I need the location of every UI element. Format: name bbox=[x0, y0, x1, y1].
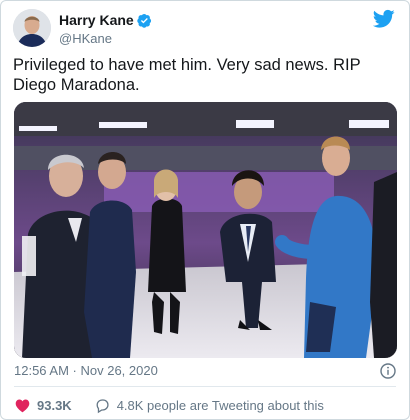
heart-icon bbox=[15, 399, 30, 412]
divider bbox=[14, 386, 396, 387]
tweet-text-line-1: Privileged to have met him. Very sad new… bbox=[13, 56, 361, 74]
avatar[interactable] bbox=[13, 9, 51, 47]
display-name-row[interactable]: Harry Kane bbox=[59, 12, 152, 29]
twitter-bird-icon[interactable] bbox=[373, 9, 395, 29]
tweet-actions: 93.3K 4.8K people are Tweeting about thi… bbox=[14, 396, 324, 414]
conversation-link[interactable]: 4.8K people are Tweeting about this bbox=[94, 397, 324, 414]
tweet-text-line-2: Diego Maradona. bbox=[13, 76, 140, 94]
photo-scene bbox=[14, 102, 397, 358]
speech-bubble-icon bbox=[96, 398, 109, 413]
like-count: 93.3K bbox=[37, 397, 72, 413]
user-names: Harry Kane @HKane bbox=[59, 12, 152, 47]
tweet-timestamp[interactable]: 12:56 AM · Nov 26, 2020 bbox=[14, 363, 158, 379]
like-button[interactable]: 93.3K bbox=[14, 397, 72, 414]
tweet-photo[interactable] bbox=[14, 102, 397, 358]
info-icon[interactable] bbox=[380, 363, 396, 379]
conversation-text: 4.8K people are Tweeting about this bbox=[116, 397, 324, 413]
display-name[interactable]: Harry Kane bbox=[59, 12, 134, 29]
tweet-text: Privileged to have met him. Very sad new… bbox=[13, 55, 393, 95]
user-handle[interactable]: @HKane bbox=[59, 30, 152, 47]
tweet-header: Harry Kane @HKane bbox=[13, 9, 397, 49]
verified-badge-icon bbox=[137, 13, 151, 28]
tweet-card: Harry Kane @HKane Privileged to have met… bbox=[0, 0, 410, 420]
